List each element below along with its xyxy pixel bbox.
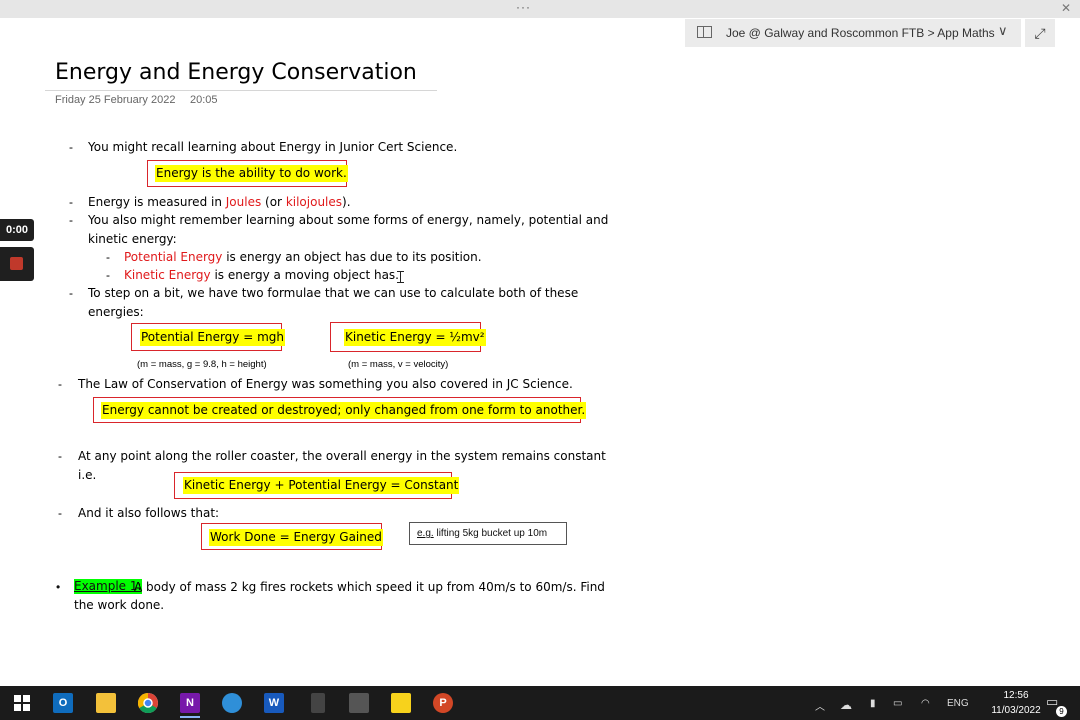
recording-timer: 0:00 (0, 219, 34, 241)
app-icon[interactable] (222, 693, 242, 713)
page-time: 20:05 (190, 94, 218, 106)
example-question-1[interactable]: A body of mass 2 kg fires rockets which … (134, 580, 605, 594)
window-top-bar: ··· ✕ (0, 0, 1080, 18)
page-date: Friday 25 February 2022 (55, 94, 176, 106)
active-app-indicator (180, 716, 200, 718)
language-indicator[interactable]: ENG (947, 698, 969, 709)
ke-note[interactable]: (m = mass, v = velocity) (348, 359, 448, 370)
clock-time: 12:56 (1003, 690, 1029, 701)
line-forms-2[interactable]: kinetic energy: (88, 232, 177, 246)
dash-bullet: - (106, 250, 110, 264)
line-formulae-2[interactable]: energies: (88, 305, 144, 319)
title-divider (45, 90, 437, 91)
example-question-2[interactable]: the work done. (74, 598, 164, 612)
word-icon[interactable]: W (264, 693, 284, 713)
chevron-down-icon[interactable]: ∨ (998, 23, 1008, 39)
pe-formula[interactable]: Potential Energy = mgh (140, 329, 285, 346)
stop-recording-button[interactable] (0, 247, 34, 281)
line-follows[interactable]: And it also follows that: (78, 506, 219, 520)
more-options-icon[interactable]: ··· (516, 0, 531, 14)
pe-note[interactable]: (m = mass, g = 9.8, h = height) (137, 359, 267, 370)
expand-icon[interactable]: ⤢ (1025, 19, 1055, 47)
line-roller-coaster-1[interactable]: At any point along the roller coaster, t… (78, 449, 606, 463)
line-recall[interactable]: You might recall learning about Energy i… (88, 140, 457, 154)
wifi-icon[interactable]: ◠ (921, 698, 930, 709)
constant-energy[interactable]: Kinetic Energy + Potential Energy = Cons… (183, 477, 460, 494)
text-cursor-icon (397, 271, 404, 283)
calculator-icon[interactable] (349, 693, 369, 713)
battery-icon[interactable]: ▭ (893, 698, 902, 709)
notebook-icon (697, 26, 712, 38)
windows-start-icon[interactable] (12, 693, 32, 713)
example-label[interactable]: Example 1: (74, 579, 142, 594)
onenote-icon[interactable]: N (180, 693, 200, 713)
dash-bullet: - (69, 213, 73, 227)
sticky-notes-icon[interactable] (391, 693, 411, 713)
ke-formula[interactable]: Kinetic Energy = ½mv² (344, 329, 486, 346)
dash-bullet: - (69, 195, 73, 209)
outlook-icon[interactable]: O (53, 693, 73, 713)
work-done[interactable]: Work Done = Energy Gained (209, 529, 383, 546)
conservation-law[interactable]: Energy cannot be created or destroyed; o… (101, 402, 587, 419)
example-note[interactable]: e.g. lifting 5kg bucket up 10m (409, 522, 567, 545)
notebook-breadcrumb-bar[interactable]: Joe @ Galway and Roscommon FTB > App Mat… (685, 19, 1021, 47)
definition-text[interactable]: Energy is the ability to do work. (155, 165, 348, 182)
phone-icon[interactable] (311, 693, 325, 713)
dash-bullet: - (69, 140, 73, 154)
dash-bullet: - (69, 286, 73, 300)
notification-count-badge: 9 (1056, 706, 1067, 717)
page-title[interactable]: Energy and Energy Conservation (55, 60, 417, 85)
line-forms-1[interactable]: You also might remember learning about s… (88, 213, 608, 227)
file-explorer-icon[interactable] (96, 693, 116, 713)
line-conservation[interactable]: The Law of Conservation of Energy was so… (78, 377, 573, 391)
dash-bullet: - (58, 449, 62, 463)
clock-date: 11/03/2022 (991, 705, 1041, 716)
stop-icon (10, 257, 23, 270)
chrome-icon[interactable] (137, 692, 158, 714)
dash-bullet: - (58, 506, 62, 520)
dash-bullet: - (58, 377, 62, 391)
line-kinetic[interactable]: Kinetic Energy is energy a moving object… (124, 268, 399, 282)
line-roller-coaster-2[interactable]: i.e. (78, 468, 96, 482)
bullet-dot: • (56, 580, 61, 594)
clock[interactable]: 12:56 11/03/2022 (990, 688, 1042, 718)
line-potential[interactable]: Potential Energy is energy an object has… (124, 250, 482, 264)
microphone-icon[interactable]: ▮ (870, 698, 876, 709)
cloud-icon[interactable]: ☁ (840, 698, 852, 712)
line-formulae-1[interactable]: To step on a bit, we have two formulae t… (88, 286, 578, 300)
dash-bullet: - (106, 268, 110, 282)
powerpoint-icon[interactable]: P (433, 693, 453, 713)
close-icon[interactable]: ✕ (1061, 1, 1071, 15)
breadcrumb[interactable]: Joe @ Galway and Roscommon FTB > App Mat… (726, 26, 995, 40)
line-units[interactable]: Energy is measured in Joules (or kilojou… (88, 195, 351, 209)
chevron-up-icon[interactable]: ︿ (815, 698, 825, 713)
taskbar (0, 686, 1080, 720)
